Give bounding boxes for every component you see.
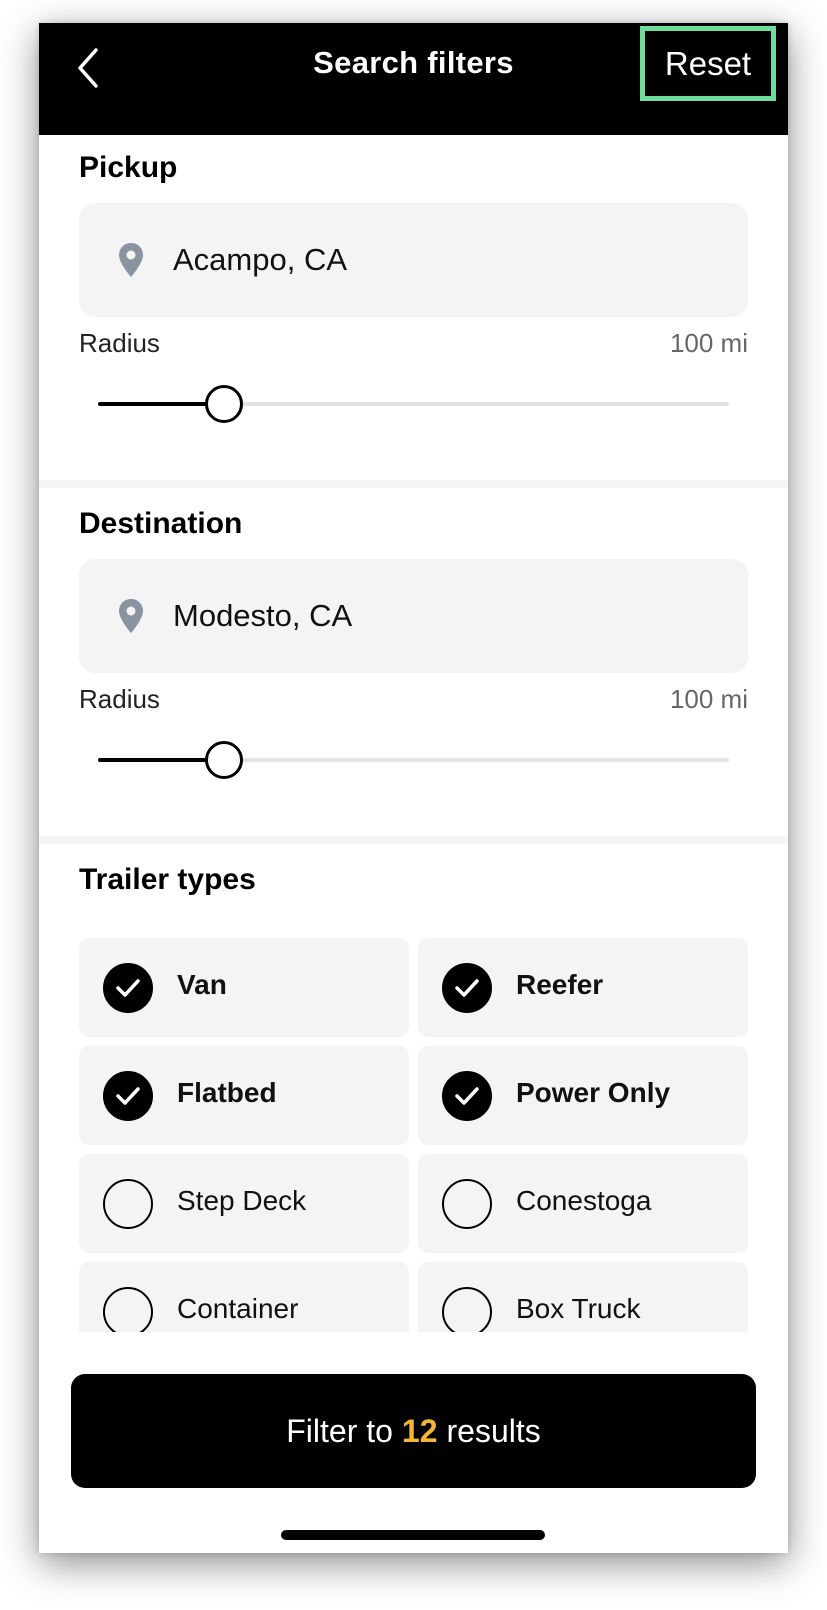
trailer-types-title: Trailer types [79, 863, 256, 896]
trailer-types-grid: Van Reefer Flatbed Power Only Step Deck Cones… [79, 938, 748, 1332]
checkmark-icon [116, 979, 140, 997]
trailer-type-option[interactable]: Power Only [418, 1046, 748, 1145]
checkbox[interactable] [103, 1179, 153, 1229]
trailer-type-label: Van [177, 969, 227, 1000]
checkmark-icon [455, 1087, 479, 1105]
trailer-type-label: Container [177, 1293, 299, 1324]
trailer-type-label: Reefer [516, 969, 604, 1000]
location-pin-icon [119, 243, 143, 277]
pickup-location-input[interactable]: Acampo, CA [79, 203, 748, 317]
checkmark-icon [116, 1087, 140, 1105]
location-pin-icon [119, 599, 143, 633]
pickup-location-value: Acampo, CA [173, 242, 348, 277]
checkbox[interactable] [442, 1287, 492, 1332]
trailer-type-option[interactable]: Box Truck [418, 1262, 748, 1332]
filter-button-suffix: results [446, 1412, 541, 1449]
reset-button[interactable]: Reset [640, 26, 776, 101]
checkbox[interactable] [103, 963, 153, 1013]
pickup-title: Pickup [79, 151, 178, 184]
checkbox[interactable] [442, 1179, 492, 1229]
slider-thumb[interactable] [205, 385, 244, 423]
trailer-type-option[interactable]: Reefer [418, 938, 748, 1037]
trailer-type-option[interactable]: Step Deck [79, 1154, 409, 1253]
destination-title: Destination [79, 507, 243, 540]
trailer-type-label: Conestoga [516, 1185, 652, 1216]
pickup-radius-label: Radius [79, 328, 160, 358]
checkbox[interactable] [103, 1287, 153, 1332]
pickup-radius-slider[interactable] [98, 384, 729, 424]
trailer-type-option[interactable]: Container [79, 1262, 409, 1332]
trailer-type-option[interactable]: Van [79, 938, 409, 1037]
checkbox[interactable] [442, 963, 492, 1013]
checkmark-icon [455, 979, 479, 997]
trailer-type-option[interactable]: Flatbed [79, 1046, 409, 1145]
results-count: 12 [401, 1412, 438, 1449]
top-bar: Search filters Reset [39, 23, 788, 135]
section-divider [39, 480, 788, 488]
trailer-type-label: Power Only [516, 1077, 671, 1108]
section-divider [39, 836, 788, 844]
slider-thumb[interactable] [205, 741, 244, 779]
destination-location-input[interactable]: Modesto, CA [79, 559, 748, 673]
filter-button-prefix: Filter to [286, 1412, 393, 1449]
trailer-type-label: Box Truck [516, 1293, 641, 1324]
phone-screen: Search filters Reset Pickup Acampo, CA R… [39, 23, 788, 1553]
destination-radius-label: Radius [79, 684, 160, 714]
destination-radius-value: 100 mi [669, 684, 748, 714]
trailer-type-option[interactable]: Conestoga [418, 1154, 748, 1253]
checkbox[interactable] [103, 1071, 153, 1121]
trailer-type-label: Flatbed [177, 1077, 277, 1108]
home-indicator [281, 1530, 545, 1540]
destination-radius-slider[interactable] [98, 740, 729, 780]
pickup-radius-value: 100 mi [669, 328, 748, 358]
filter-results-button[interactable]: Filter to 12 results [71, 1374, 756, 1488]
destination-location-value: Modesto, CA [173, 598, 353, 633]
trailer-type-label: Step Deck [177, 1185, 307, 1216]
checkbox[interactable] [442, 1071, 492, 1121]
